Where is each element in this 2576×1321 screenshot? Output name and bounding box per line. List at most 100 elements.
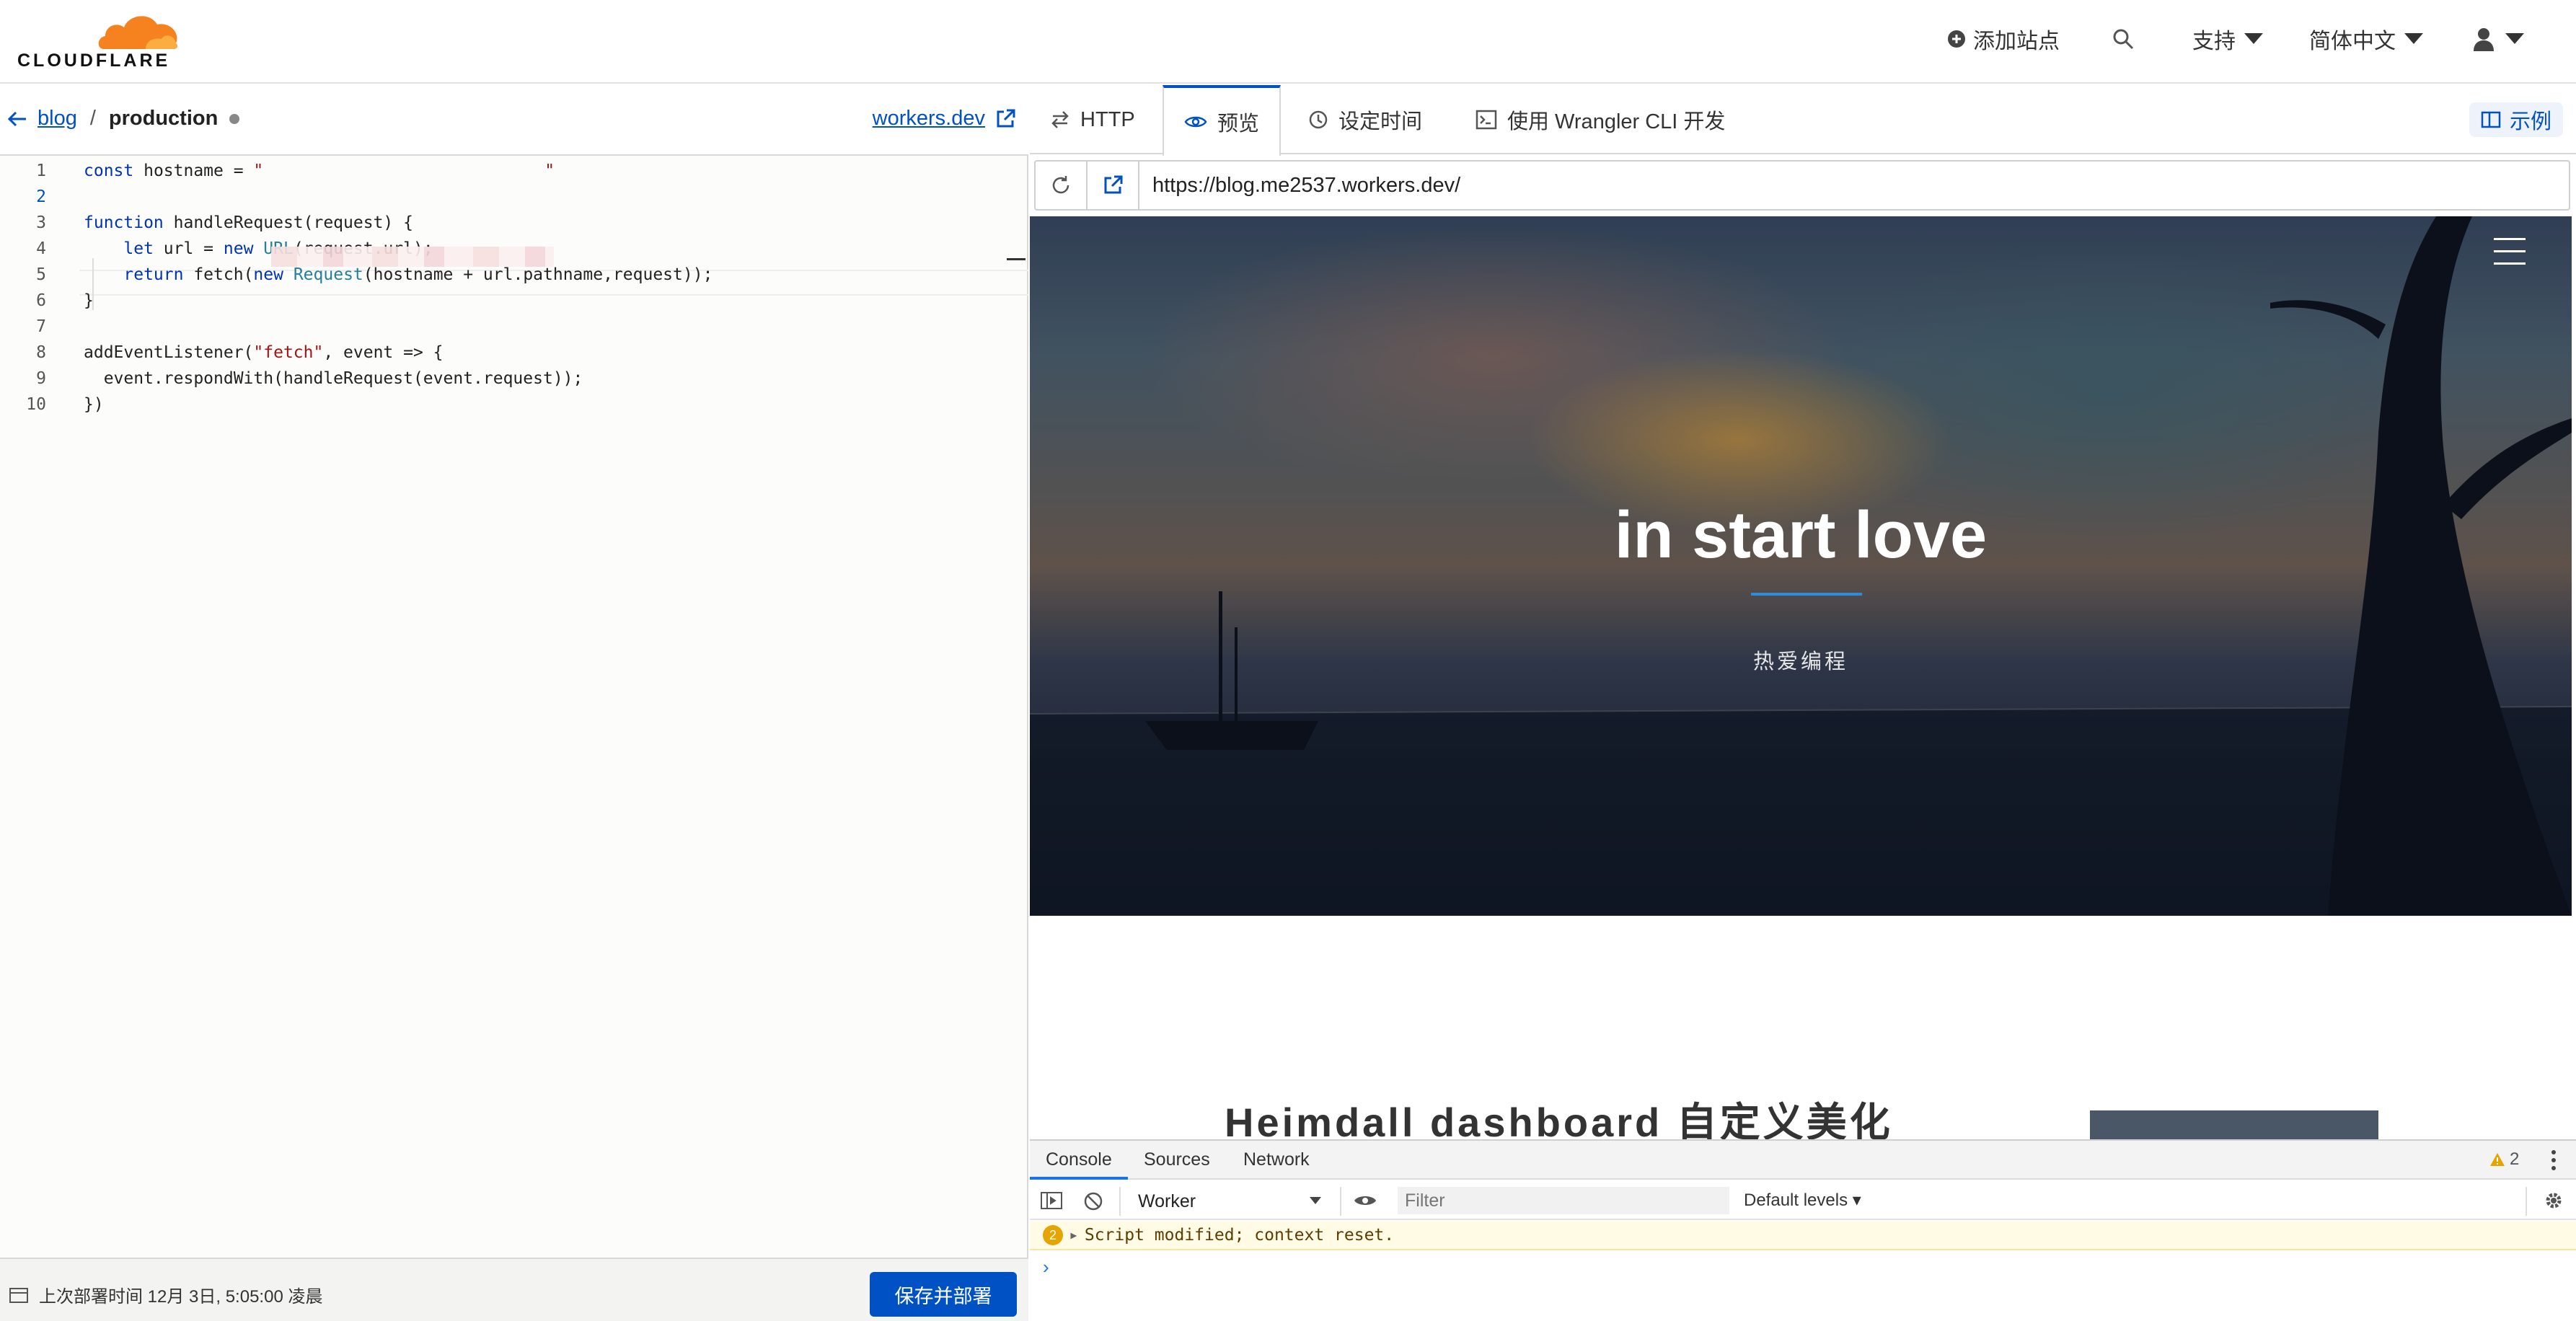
code-line[interactable]: 1 const hostname = " "	[0, 157, 1010, 183]
line-number: 8	[36, 343, 46, 362]
tab-http[interactable]: HTTP	[1030, 85, 1155, 154]
tab-label: 预览	[1217, 112, 1260, 136]
console-filter-input[interactable]	[1398, 1187, 1729, 1214]
save-and-deploy-button[interactable]: 保存并部署	[870, 1272, 1017, 1317]
tab-network[interactable]: Network	[1243, 1149, 1310, 1170]
sidebar-toggle-icon[interactable]	[1040, 1191, 1063, 1211]
logo-wordmark: CLOUDFLARE	[17, 50, 171, 71]
active-tab-indicator	[1030, 1177, 1128, 1180]
code-line[interactable]: 3 function handleRequest(request) {	[0, 209, 1010, 235]
caret-down-icon	[1310, 1197, 1321, 1204]
line-number: 4	[36, 239, 46, 258]
cloud-logo-icon	[98, 16, 178, 49]
post-thumbnail[interactable]	[2090, 1110, 2378, 1139]
breadcrumb-separator: /	[89, 107, 96, 130]
toolbar-divider	[1340, 1187, 1341, 1216]
caret-down-icon	[2505, 33, 2524, 44]
code-editor[interactable]: 1 const hostname = " " 2 3 function handleReq…	[0, 157, 1028, 1321]
site-hero-banner: in start love 热爱编程	[1030, 216, 2572, 916]
examples-button[interactable]: 示例	[2469, 102, 2563, 137]
breadcrumb-parent-link[interactable]: blog	[38, 107, 77, 131]
refresh-button[interactable]	[1036, 162, 1088, 209]
external-link-icon	[997, 109, 1015, 127]
editor-footer: 上次部署时间 12月 3日, 5:05:00 凌晨 保存并部署	[0, 1258, 1028, 1321]
code-line[interactable]: 8 addEventListener("fetch", event => {	[0, 339, 1010, 365]
hamburger-menu-icon[interactable]	[2494, 238, 2526, 267]
log-levels-select[interactable]: Default levels ▾	[1744, 1190, 1861, 1211]
cloudflare-logo[interactable]: CLOUDFLARE	[17, 9, 178, 71]
tab-wrangler-cli[interactable]: 使用 Wrangler CLI 开发	[1455, 85, 1745, 154]
code-text: function handleRequest(request) {	[84, 213, 413, 232]
code-line[interactable]: 9 event.respondWith(handleRequest(event.…	[0, 365, 1010, 391]
site-subtitle: 热爱编程	[1752, 650, 1848, 673]
caret-down-icon	[2244, 33, 2263, 44]
code-line[interactable]: 7	[0, 313, 1010, 339]
toolbar-divider	[2526, 1187, 2527, 1216]
preview-viewport[interactable]: in start love 热爱编程 Heimdall dashboard 自定…	[1030, 216, 2572, 1139]
user-icon	[2474, 28, 2494, 51]
toolbar-divider	[1119, 1187, 1121, 1216]
language-menu[interactable]: 简体中文	[2309, 20, 2423, 58]
context-select[interactable]: Worker	[1132, 1188, 1327, 1214]
breadcrumb-current: production	[108, 107, 219, 130]
context-value: Worker	[1138, 1190, 1196, 1211]
tab-sources[interactable]: Sources	[1144, 1149, 1210, 1170]
editor-panel: blog / production workers.dev 1 const hos…	[0, 85, 1028, 1321]
code-text: addEventListener("fetch", event => {	[84, 343, 444, 362]
post-title[interactable]: Heimdall dashboard 自定义美化	[1225, 1090, 1893, 1139]
tab-preview[interactable]: 预览	[1163, 85, 1282, 156]
code-line[interactable]: 2	[0, 183, 1010, 209]
clock-icon	[1309, 110, 1328, 129]
preview-panel: HTTP 预览 设定时间 使用 Wrangler CLI 开发 示例 https…	[1030, 85, 2576, 1321]
caret-down-icon	[2404, 33, 2423, 44]
tab-schedule[interactable]: 设定时间	[1288, 85, 1442, 154]
warning-icon	[2490, 1153, 2505, 1166]
console-prompt[interactable]: ›	[1043, 1256, 1049, 1278]
tab-label: HTTP	[1080, 107, 1135, 131]
terminal-icon	[1476, 110, 1497, 130]
code-line[interactable]: 10})	[0, 391, 1010, 417]
message-count-badge: 2	[1043, 1225, 1063, 1245]
last-deploy-info: 上次部署时间 12月 3日, 5:05:00 凌晨	[9, 1282, 322, 1307]
console-toolbar: Worker Default levels ▾	[1030, 1181, 2576, 1220]
clear-console-icon[interactable]	[1083, 1191, 1103, 1211]
calendar-icon	[9, 1287, 28, 1303]
line-number: 1	[36, 162, 46, 180]
code-text: event.respondWith(handleRequest(event.re…	[84, 369, 583, 388]
add-site-button[interactable]: 添加站点	[1947, 20, 2060, 58]
user-menu[interactable]	[2472, 20, 2524, 58]
line-number: 3	[36, 213, 46, 232]
warning-counter[interactable]: 2	[2489, 1149, 2519, 1170]
status-dot	[229, 113, 240, 124]
plus-circle-icon	[1948, 30, 1965, 48]
preview-tabs: HTTP 预览 设定时间 使用 Wrangler CLI 开发 示例	[1030, 85, 2576, 156]
add-site-label: 添加站点	[1973, 30, 2060, 53]
kebab-menu-icon[interactable]	[2550, 1149, 2557, 1171]
code-text: })	[84, 395, 104, 414]
tab-label: 使用 Wrangler CLI 开发	[1507, 110, 1726, 133]
last-deploy-text: 上次部署时间 12月 3日, 5:05:00 凌晨	[39, 1287, 323, 1307]
editor-header: blog / production workers.dev	[0, 85, 1028, 156]
line-number: 2	[36, 187, 46, 206]
log-levels-label: Default levels	[1744, 1190, 1848, 1210]
book-icon	[2481, 111, 2501, 128]
tab-console[interactable]: Console	[1046, 1149, 1112, 1170]
code-text: }	[84, 291, 94, 310]
eye-icon[interactable]	[1353, 1193, 1377, 1209]
search-icon	[2113, 29, 2134, 50]
open-in-new-tab-button[interactable]	[1088, 162, 1139, 209]
expand-triangle-icon[interactable]: ▸	[1069, 1226, 1079, 1245]
devtools-tabs: Console Sources Network 2	[1030, 1141, 2576, 1180]
workers-dev-label[interactable]: workers.dev	[873, 107, 985, 131]
arrow-left-icon[interactable]	[7, 110, 27, 128]
refresh-icon	[1052, 176, 1069, 194]
workers-dev-link[interactable]: workers.dev	[873, 107, 1015, 131]
preview-url[interactable]: https://blog.me2537.workers.dev/	[1139, 174, 1460, 198]
gear-icon[interactable]	[2543, 1190, 2564, 1211]
overview-ruler-mark	[1007, 258, 1025, 260]
search-button[interactable]	[2112, 20, 2135, 58]
warning-count: 2	[2510, 1149, 2520, 1169]
support-menu[interactable]: 支持	[2192, 20, 2263, 58]
code-line[interactable]: 6}	[0, 287, 1010, 313]
code-text: return fetch(new Request(hostname + url.…	[123, 265, 713, 284]
